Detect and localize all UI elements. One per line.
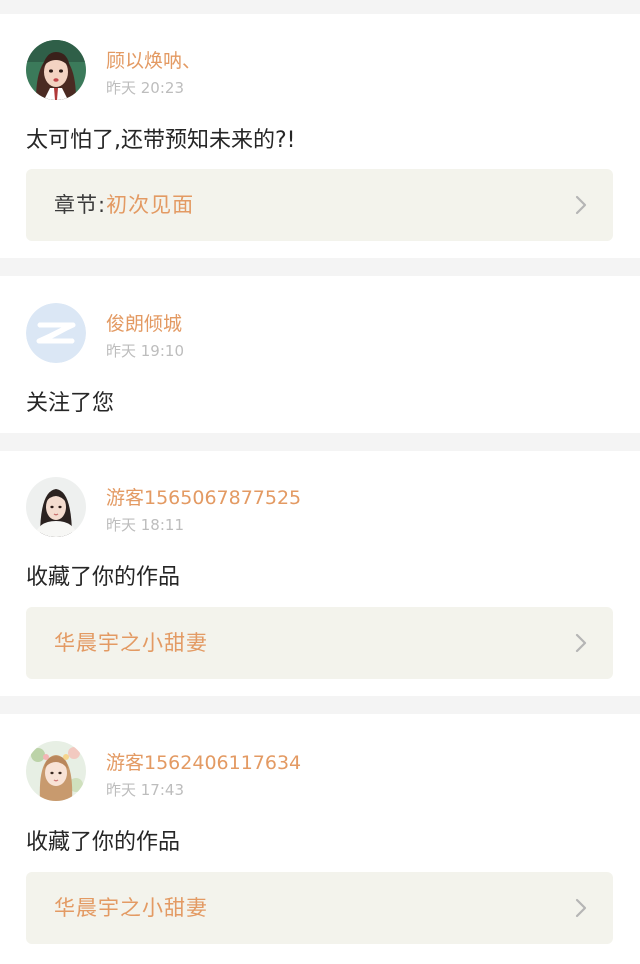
username[interactable]: 顾以焕呐、 xyxy=(106,46,201,73)
timestamp: 昨天 20:23 xyxy=(106,79,184,97)
work-title: 华晨宇之小甜妻 xyxy=(54,896,208,920)
notification-card: 顾以焕呐、 昨天 20:23 太可怕了,还带预知未来的?! 章节:初次见面 xyxy=(0,14,640,258)
notification-card: 俊朗倾城 昨天 19:10 关注了您 xyxy=(0,276,640,433)
work-link[interactable]: 华晨宇之小甜妻 xyxy=(26,607,613,679)
chapter-reference: 章节:初次见面 xyxy=(54,169,194,241)
username[interactable]: 俊朗倾城 xyxy=(106,309,182,336)
timestamp: 昨天 19:10 xyxy=(106,342,184,360)
user-photo-icon xyxy=(26,741,86,801)
chapter-link[interactable]: 章节:初次见面 xyxy=(26,169,613,241)
chevron-right-icon xyxy=(575,633,587,653)
timestamp: 昨天 17:43 xyxy=(106,781,184,799)
username[interactable]: 游客1565067877525 xyxy=(106,483,301,510)
chapter-label: 章节: xyxy=(54,193,107,217)
timestamp: 昨天 18:11 xyxy=(106,516,184,534)
user-photo-icon xyxy=(26,477,86,537)
user-avatar[interactable] xyxy=(26,40,86,100)
chevron-right-icon xyxy=(575,898,587,918)
notification-message: 太可怕了,还带预知未来的?! xyxy=(26,128,296,153)
notification-card: 游客1562406117634 昨天 17:43 收藏了你的作品 华晨宇之小甜妻 xyxy=(0,714,640,964)
default-z-avatar-icon xyxy=(26,303,86,363)
notification-message: 收藏了你的作品 xyxy=(26,830,181,855)
notification-message: 收藏了你的作品 xyxy=(26,565,181,590)
user-avatar[interactable] xyxy=(26,741,86,801)
chapter-name: 初次见面 xyxy=(106,193,195,217)
work-link[interactable]: 华晨宇之小甜妻 xyxy=(26,872,613,944)
chevron-right-icon xyxy=(575,195,587,215)
work-title: 华晨宇之小甜妻 xyxy=(54,631,208,655)
notification-card: 游客1565067877525 昨天 18:11 收藏了你的作品 华晨宇之小甜妻 xyxy=(0,451,640,696)
notification-message: 关注了您 xyxy=(26,391,115,416)
user-photo-icon xyxy=(26,40,86,100)
user-avatar[interactable] xyxy=(26,303,86,363)
user-avatar[interactable] xyxy=(26,477,86,537)
username[interactable]: 游客1562406117634 xyxy=(106,748,301,775)
